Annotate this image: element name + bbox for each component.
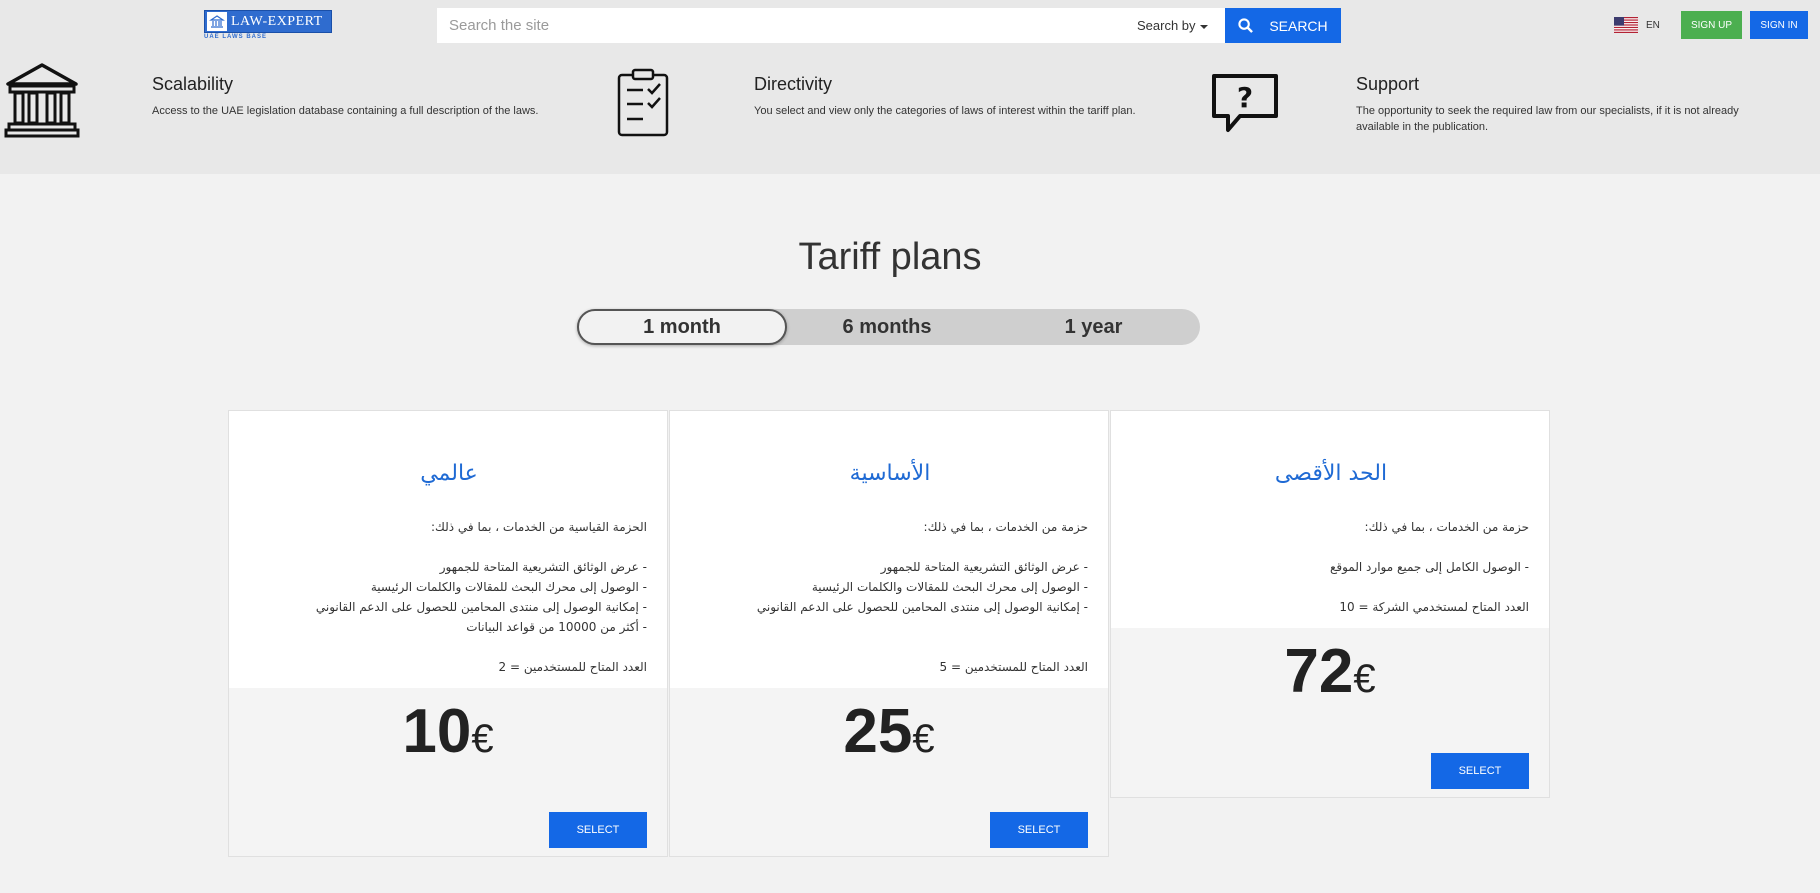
- plan-price: 72€: [1111, 636, 1549, 707]
- feature-title: Support: [1356, 74, 1420, 94]
- plan-price-area: 25€ SELECT: [670, 688, 1108, 856]
- language-label: EN: [1646, 19, 1660, 31]
- search-icon: [1238, 18, 1254, 33]
- currency-symbol: €: [912, 717, 935, 761]
- plan-users: العدد المتاح للمستخدمين = 5: [939, 660, 1088, 674]
- plan-feature-item: - الوصول الكامل إلى جميع موارد الموقع: [1329, 560, 1529, 574]
- sign-in-button[interactable]: SIGN IN: [1750, 11, 1808, 39]
- search-by-dropdown[interactable]: Search by: [1137, 8, 1208, 43]
- currency-symbol: €: [1353, 657, 1376, 701]
- select-plan-button[interactable]: SELECT: [1431, 753, 1529, 789]
- search-button[interactable]: SEARCH: [1225, 8, 1341, 43]
- select-plan-button[interactable]: SELECT: [990, 812, 1088, 848]
- us-flag-icon: [1614, 17, 1638, 33]
- tariff-plans-heading: Tariff plans: [798, 236, 982, 278]
- logo-box: LAW-EXPERT: [204, 10, 332, 33]
- feature-description: Access to the UAE legislation database c…: [152, 105, 539, 117]
- price-value: 10: [402, 697, 472, 766]
- plan-feature-item: - أكثر من 10000 من قواعد البيانات: [466, 620, 647, 634]
- plan-feature-item: - إمكانية الوصول إلى منتدى المحامين للحص…: [315, 600, 647, 614]
- period-option-6-months[interactable]: 6 months: [787, 309, 987, 345]
- plan-price-area: 72€ SELECT: [1111, 628, 1549, 797]
- logo-emblem-icon: [207, 12, 227, 31]
- chevron-down-icon: [1199, 24, 1208, 29]
- svg-text:?: ?: [1237, 81, 1253, 114]
- period-option-1-year[interactable]: 1 year: [987, 309, 1200, 345]
- search-button-label: SEARCH: [1269, 17, 1328, 34]
- feature-title: Scalability: [152, 74, 234, 94]
- sign-up-button[interactable]: SIGN UP: [1681, 11, 1742, 39]
- site-logo[interactable]: LAW-EXPERT UAE LAWS BASE: [204, 10, 332, 42]
- search-by-label: Search by: [1137, 18, 1196, 33]
- checklist-icon: [617, 68, 669, 137]
- plan-name: الحد الأقصى: [1274, 461, 1388, 486]
- feature-description: You select and view only the categories …: [754, 105, 1136, 117]
- courthouse-icon: [4, 63, 80, 138]
- logo-text: LAW-EXPERT: [231, 13, 323, 29]
- plan-name: عالمي: [420, 461, 478, 486]
- plan-card-maximum: الحد الأقصى حزمة من الخدمات ، بما في ذلك…: [1110, 410, 1550, 798]
- period-option-1-month[interactable]: 1 month: [577, 309, 787, 345]
- plan-price: 25€: [670, 696, 1108, 767]
- plan-feature-item: - إمكانية الوصول إلى منتدى المحامين للحص…: [756, 600, 1088, 614]
- plan-price-area: 10€ SELECT: [229, 688, 667, 856]
- search-bar: Search by: [437, 8, 1225, 43]
- plan-feature-item: - الوصول إلى محرك البحث للمقالات والكلما…: [811, 580, 1088, 594]
- period-toggle: 1 month 6 months 1 year: [577, 309, 1200, 345]
- plan-price: 10€: [229, 696, 667, 767]
- feature-title: Directivity: [754, 74, 833, 94]
- plan-users: العدد المتاح لمستخدمي الشركة = 10: [1339, 600, 1529, 614]
- plan-intro: حزمة من الخدمات ، بما في ذلك:: [1364, 520, 1529, 534]
- plan-feature-item: - الوصول إلى محرك البحث للمقالات والكلما…: [370, 580, 647, 594]
- price-value: 72: [1284, 637, 1354, 706]
- top-header: LAW-EXPERT UAE LAWS BASE Search by SEARC…: [0, 0, 1820, 52]
- currency-symbol: €: [471, 717, 494, 761]
- plan-intro: حزمة من الخدمات ، بما في ذلك:: [923, 520, 1088, 534]
- search-input[interactable]: [437, 8, 1121, 43]
- logo-subtitle: UAE LAWS BASE: [204, 34, 268, 40]
- price-value: 25: [843, 697, 913, 766]
- plan-card-basic: الأساسية حزمة من الخدمات ، بما في ذلك: -…: [669, 410, 1109, 857]
- plan-users: العدد المتاح للمستخدمين = 2: [498, 660, 647, 674]
- language-selector[interactable]: EN: [1614, 17, 1660, 33]
- plan-feature-item: - عرض الوثائق التشريعية المتاحة للجمهور: [439, 560, 647, 574]
- plan-feature-item: - عرض الوثائق التشريعية المتاحة للجمهور: [880, 560, 1088, 574]
- select-plan-button[interactable]: SELECT: [549, 812, 647, 848]
- question-bubble-icon: ?: [1212, 74, 1278, 132]
- features-band: Scalability Access to the UAE legislatio…: [0, 52, 1820, 174]
- feature-description: The opportunity to seek the required law…: [1356, 105, 1739, 133]
- plan-name: الأساسية: [849, 461, 931, 486]
- plan-card-global: عالمي الحزمة القياسية من الخدمات ، بما ف…: [228, 410, 668, 857]
- plan-intro: الحزمة القياسية من الخدمات ، بما في ذلك:: [430, 520, 647, 534]
